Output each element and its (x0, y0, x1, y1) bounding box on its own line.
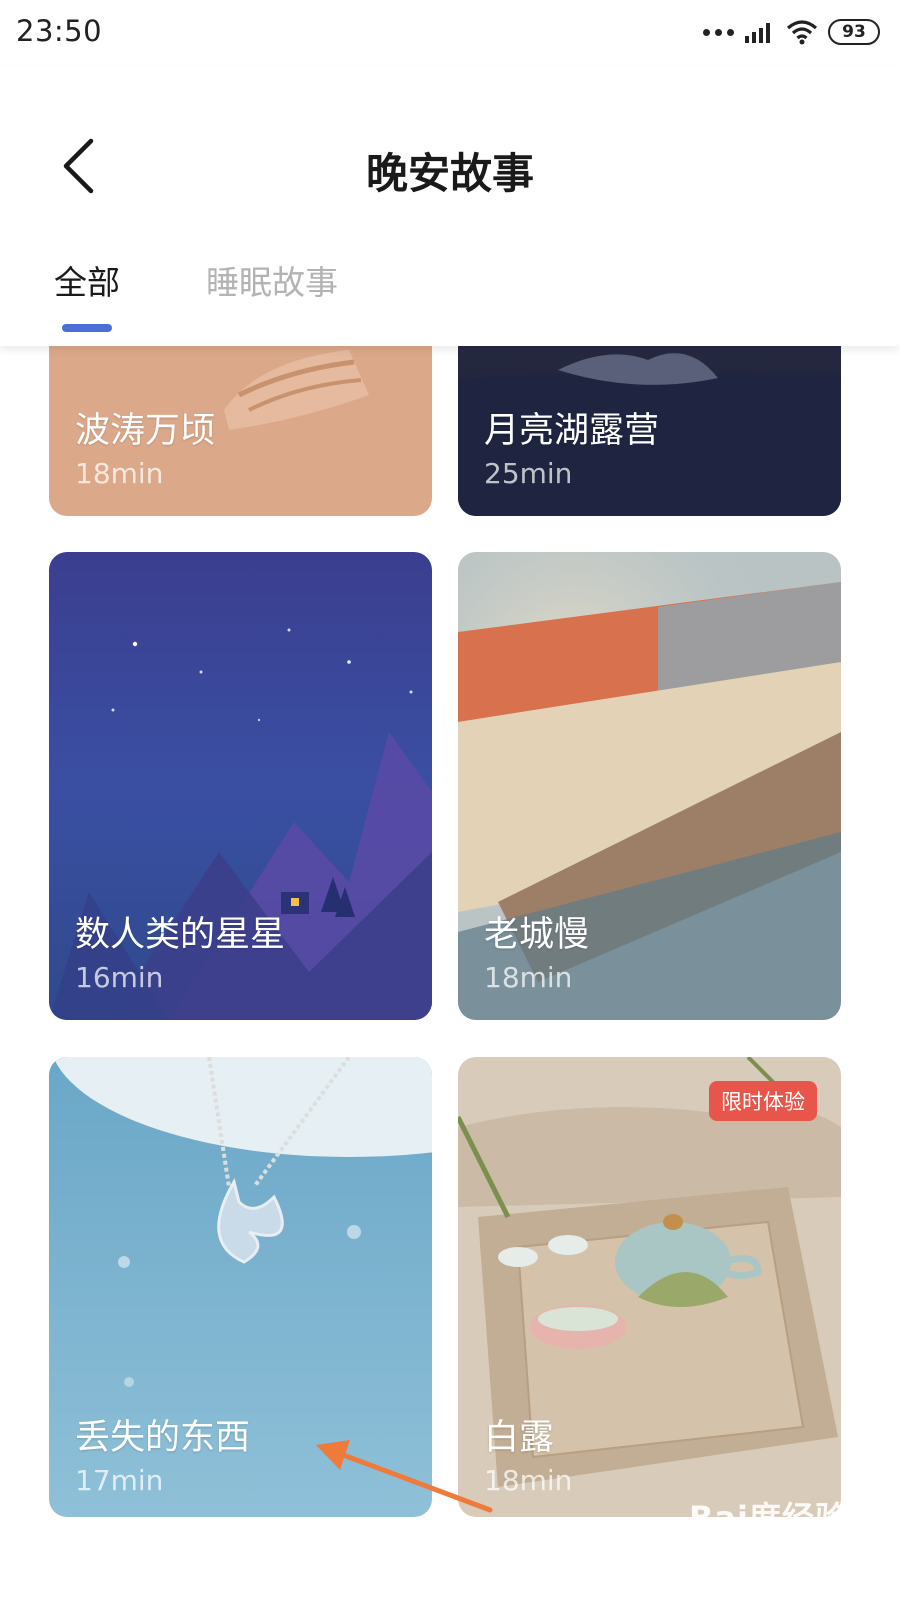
tab-all[interactable]: 全部 (54, 256, 120, 304)
story-title: 波涛万顷 (75, 411, 216, 451)
tab-sleep-stories[interactable]: 睡眠故事 (206, 256, 338, 304)
story-card-lost-things[interactable]: 丢失的东西 17min (49, 1057, 432, 1517)
more-dots-icon (703, 28, 734, 36)
header: 晚安故事 全部 睡眠故事 (0, 66, 900, 346)
tab-bar: 全部 睡眠故事 (0, 250, 900, 340)
watermark: Bai度经验 jingyan.baidu.com (682, 1493, 848, 1560)
story-card-counting-stars[interactable]: 数人类的星星 16min (49, 552, 432, 1020)
limited-trial-badge: 限时体验 (709, 1081, 817, 1121)
battery-level: 93 (842, 22, 866, 42)
story-duration: 16min (75, 961, 164, 994)
story-duration: 17min (75, 1464, 164, 1497)
story-title: 白露 (484, 1418, 555, 1458)
story-duration: 18min (484, 1464, 573, 1497)
tab-indicator (62, 324, 112, 332)
status-icons: 93 (703, 16, 880, 48)
status-bar: 23:50 93 (0, 0, 900, 66)
story-title: 数人类的星星 (75, 915, 286, 955)
story-title: 丢失的东西 (75, 1418, 251, 1458)
story-duration: 18min (75, 457, 164, 490)
story-duration: 25min (484, 457, 573, 490)
watermark-brand: Bai度经验 (689, 1499, 848, 1537)
story-card-white-dew[interactable]: 限时体验 白露 18min (458, 1057, 841, 1517)
story-title: 老城慢 (484, 915, 590, 955)
page-title: 晚安故事 (365, 149, 534, 198)
battery-icon: 93 (828, 19, 880, 45)
story-title: 月亮湖露营 (484, 411, 660, 451)
wifi-icon (786, 20, 818, 45)
story-card-old-town[interactable]: 老城慢 18min (458, 552, 841, 1020)
status-time: 23:50 (16, 14, 103, 48)
signal-icon (745, 23, 770, 43)
story-duration: 18min (484, 961, 573, 994)
watermark-url: jingyan.baidu.com (681, 1539, 848, 1560)
